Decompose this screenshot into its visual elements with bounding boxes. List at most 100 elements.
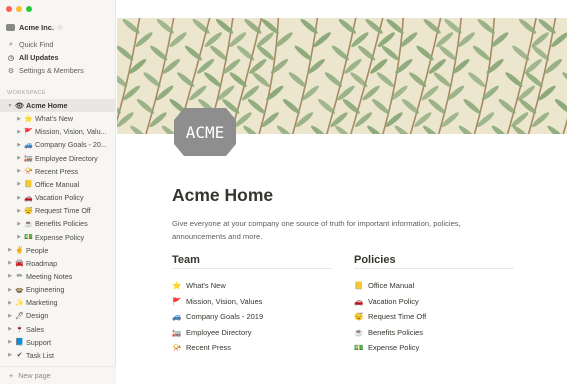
settings-members-button[interactable]: ⚙ Settings & Members (0, 64, 116, 77)
collapsed-triangle-icon[interactable]: ▶ (6, 339, 14, 345)
sidebar-page-item[interactable]: ▶ 💵 Expense Policy (0, 231, 116, 244)
clock-icon: ◷ (7, 54, 15, 62)
sidebar-page-item[interactable]: ▶ 🏣 Employee Directory (0, 152, 116, 165)
policies-column: Policies 📒 Office Manual 🚗 Vacation Poli… (354, 254, 514, 356)
sidebar-page-item[interactable]: ▶ ☕ Benefits Policies (0, 217, 116, 230)
sidebar-page-label: Acme Home (26, 101, 68, 110)
sidebar-page-label: Design (26, 311, 49, 321)
collapsed-triangle-icon[interactable]: ▶ (15, 208, 23, 214)
collapsed-triangle-icon[interactable]: ▶ (6, 260, 14, 266)
collapsed-triangle-icon[interactable]: ▶ (15, 155, 23, 161)
page-emoji-icon: 😴 (24, 207, 33, 215)
page-content: ACME Acme Home Give everyone at your com… (117, 0, 567, 384)
page-description[interactable]: Give everyone at your company one source… (172, 218, 502, 243)
sidebar-page-item[interactable]: ▶ 📒 Office Manual (0, 178, 116, 191)
search-icon: ⌕ (9, 40, 13, 48)
page-emoji-icon: 🍷 (15, 326, 24, 334)
car-icon: 🚙 (172, 312, 182, 322)
new-page-button[interactable]: + New page (0, 366, 116, 384)
page-emoji-icon: 💵 (24, 234, 33, 241)
page-emoji-icon: 👁 (15, 102, 24, 110)
sidebar-page-item[interactable]: ▶ 🖊 Design (0, 309, 116, 322)
page-emoji-icon: 🚗 (24, 194, 33, 202)
collapsed-triangle-icon[interactable]: ▶ (15, 168, 23, 174)
flag-icon: 🚩 (172, 296, 182, 306)
sidebar-page-item[interactable]: ▶ 📯 Recent Press (0, 165, 116, 178)
page-title[interactable]: Acme Home (172, 185, 273, 206)
policies-link-expense-policy[interactable]: 💵 Expense Policy (354, 340, 514, 356)
sidebar-page-item[interactable]: ▶ 🚙 Company Goals - 20... (0, 138, 116, 151)
team-link-mission[interactable]: 🚩 Mission, Vision, Values (172, 294, 332, 310)
policies-link-office-manual[interactable]: 📒 Office Manual (354, 278, 514, 294)
sidebar-page-label: What's New (35, 114, 74, 124)
collapsed-triangle-icon[interactable]: ▶ (15, 234, 23, 240)
quick-find-button[interactable]: ⌕ Quick Find (0, 38, 116, 51)
collapsed-triangle-icon[interactable]: ▶ (15, 195, 23, 201)
collapsed-triangle-icon[interactable]: ▶ (6, 247, 14, 253)
sidebar-page-item[interactable]: ▶ 🚩 Mission, Vision, Valu... (0, 125, 116, 138)
team-link-recent-press[interactable]: 📯 Recent Press (172, 340, 332, 356)
sidebar-page-item[interactable]: ▶ ✨ Marketing (0, 296, 116, 309)
collapsed-triangle-icon[interactable]: ▶ (15, 221, 23, 227)
collapsed-triangle-icon[interactable]: ▶ (15, 181, 23, 187)
page-emoji-icon: ⭐ (24, 115, 33, 123)
collapsed-triangle-icon[interactable]: ▶ (6, 313, 14, 319)
sleeping-face-icon: 😴 (354, 312, 364, 322)
policies-link-request-time-off[interactable]: 😴 Request Time Off (354, 309, 514, 325)
all-updates-button[interactable]: ◷ All Updates (0, 51, 116, 64)
sidebar: Acme Inc. ◇ ⌕ Quick Find ◷ All Updates ⚙… (0, 0, 116, 384)
sidebar-page-item[interactable]: ▶ ⭐ What's New (0, 112, 116, 125)
sidebar-page-label: Recent Press (35, 166, 79, 176)
collapsed-triangle-icon[interactable]: ▶ (15, 116, 23, 122)
collapsed-triangle-icon[interactable]: ▶ (15, 129, 23, 135)
expanded-triangle-icon[interactable]: ▼ (6, 103, 14, 109)
workspace-switcher[interactable]: Acme Inc. ◇ (6, 23, 63, 32)
sidebar-page-label: Marketing (26, 298, 58, 308)
minimize-window-button[interactable] (16, 6, 22, 12)
page-emoji-icon: 📒 (24, 181, 33, 189)
maximize-window-button[interactable] (26, 6, 32, 12)
collapsed-triangle-icon[interactable]: ▶ (6, 326, 14, 332)
link-label: Recent Press (186, 343, 232, 353)
link-label: Office Manual (368, 281, 415, 291)
team-link-employee-directory[interactable]: 🏣 Employee Directory (172, 325, 332, 341)
sidebar-page-item[interactable]: ▶ 🚗 Vacation Policy (0, 191, 116, 204)
page-emoji-icon: 🚙 (24, 141, 33, 149)
sidebar-page-item[interactable]: ▶ 🚘 Roadmap (0, 257, 116, 270)
sidebar-page-item[interactable]: ▶ 😴 Request Time Off (0, 204, 116, 217)
collapsed-triangle-icon[interactable]: ▶ (6, 300, 14, 306)
nav-label: Settings & Members (19, 66, 84, 75)
collapsed-triangle-icon[interactable]: ▶ (6, 287, 14, 293)
acme-logo-icon[interactable]: ACME (174, 108, 236, 156)
collapsed-triangle-icon[interactable]: ▶ (6, 352, 14, 358)
link-label: Benefits Policies (368, 327, 424, 337)
notebook-icon: 📒 (354, 281, 364, 291)
team-link-whats-new[interactable]: ⭐ What's New (172, 278, 332, 294)
sidebar-page-label: Employee Directory (35, 153, 98, 163)
page-emoji-icon: 🏣 (24, 155, 33, 163)
team-heading: Team (172, 254, 332, 269)
policies-link-benefits-policies[interactable]: ☕ Benefits Policies (354, 325, 514, 341)
team-link-company-goals[interactable]: 🚙 Company Goals - 2019 (172, 309, 332, 325)
page-emoji-icon: 📯 (24, 168, 33, 176)
sidebar-page-item[interactable]: ▶ 🍲 Engineering (0, 283, 116, 296)
close-window-button[interactable] (6, 6, 12, 12)
page-emoji-icon: ✔ (16, 352, 23, 360)
link-label: Request Time Off (368, 312, 427, 322)
page-emoji-icon: 🍲 (15, 286, 24, 294)
sidebar-page-item[interactable]: ▼ 👁 Acme Home (0, 99, 116, 112)
sidebar-page-item[interactable]: ▶ 🍷 Sales (0, 323, 116, 336)
money-icon: 💵 (354, 343, 364, 353)
gear-icon: ⚙ (7, 67, 15, 75)
sidebar-page-label: Engineering (26, 285, 65, 295)
collapsed-triangle-icon[interactable]: ▶ (15, 142, 23, 148)
logo-text: ACME (186, 123, 225, 142)
sidebar-page-item[interactable]: ▶ ✌ People (0, 244, 116, 257)
sidebar-page-item[interactable]: ▶ ✏ Meeting Notes (0, 270, 116, 283)
collapsed-triangle-icon[interactable]: ▶ (6, 273, 14, 279)
link-label: Vacation Policy (368, 296, 419, 306)
policies-link-vacation-policy[interactable]: 🚗 Vacation Policy (354, 294, 514, 310)
page-emoji-icon: ✨ (15, 299, 24, 307)
sidebar-page-item[interactable]: ▶ 📘 Support (0, 336, 116, 349)
sidebar-page-item[interactable]: ▶ ✔ Task List (0, 349, 116, 362)
